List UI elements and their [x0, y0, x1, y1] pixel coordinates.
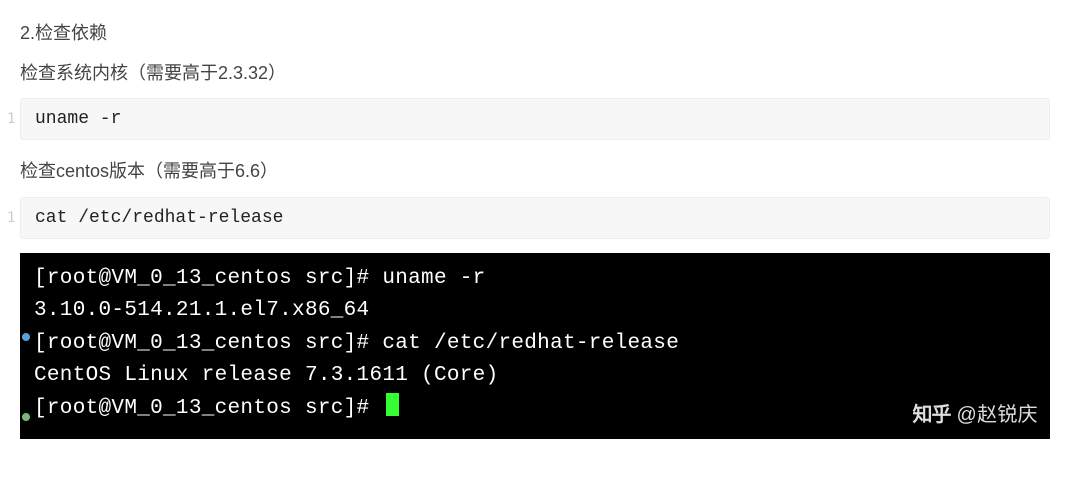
watermark: 知乎 @赵锐庆 [912, 400, 1038, 431]
gutter-dot-icon [22, 413, 30, 421]
terminal-line: 3.10.0-514.21.1.el7.x86_64 [34, 295, 1036, 328]
code-content: uname -r [35, 109, 121, 129]
terminal-line: [root@VM_0_13_centos src]# uname -r [34, 263, 1036, 296]
line-number: 1 [7, 210, 15, 226]
gutter-dot-icon [22, 333, 30, 341]
watermark-author: @赵锐庆 [956, 400, 1038, 431]
terminal-line: [root@VM_0_13_centos src]# [34, 393, 1036, 426]
terminal-line: [root@VM_0_13_centos src]# cat /etc/redh… [34, 328, 1036, 361]
cursor-icon [386, 393, 399, 416]
paragraph-kernel-check: 检查系统内核（需要高于2.3.32） [20, 56, 1050, 90]
paragraph-centos-check: 检查centos版本（需要高于6.6） [20, 154, 1050, 188]
terminal-output: [root@VM_0_13_centos src]# uname -r 3.10… [20, 253, 1050, 440]
code-block-uname: 1 uname -r [20, 98, 1050, 140]
terminal-line: CentOS Linux release 7.3.1611 (Core) [34, 360, 1036, 393]
section-heading: 2.检查依赖 [20, 16, 1050, 50]
zhihu-logo-icon: 知乎 [912, 400, 950, 431]
code-block-cat: 1 cat /etc/redhat-release [20, 197, 1050, 239]
line-number: 1 [7, 111, 15, 127]
code-content: cat /etc/redhat-release [35, 208, 283, 228]
